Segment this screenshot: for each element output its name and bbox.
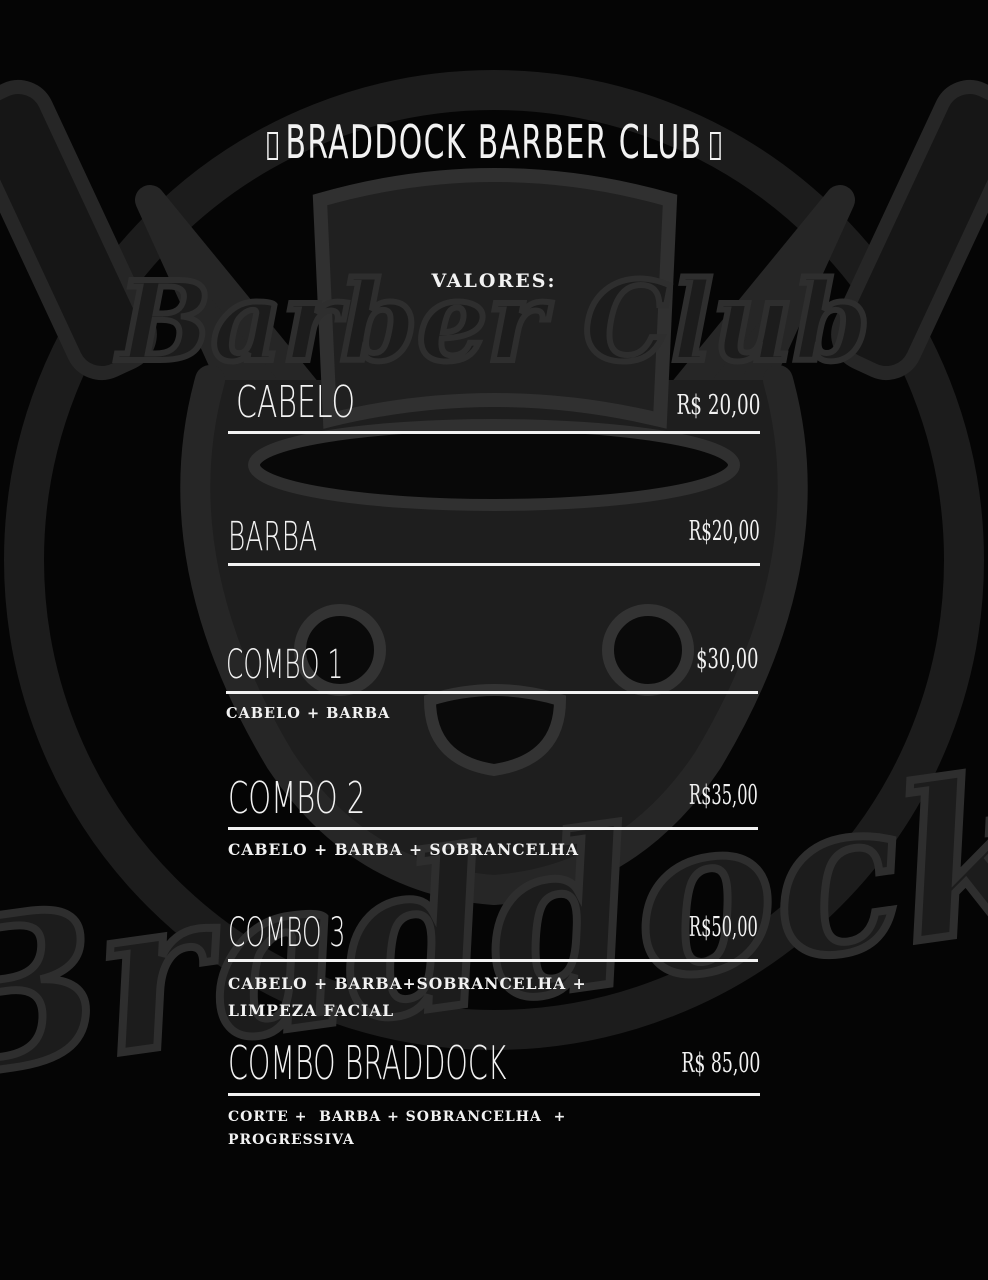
menu-item-description: CABELO + BARBA + SOBRANCELHA xyxy=(228,836,579,863)
description-line: CABELO + BARBA + SOBRANCELHA xyxy=(228,840,579,859)
menu-item-name: COMBO 3 xyxy=(228,910,346,956)
menu-item-name: COMBO 2 xyxy=(228,773,366,824)
description-line: LIMPEZA FACIAL xyxy=(228,1001,395,1020)
menu-item-barba: BARBA R$20,00 xyxy=(228,510,760,566)
menu-item-description: CABELO + BARBA+SOBRANCELHA + LIMPEZA FAC… xyxy=(228,970,587,1024)
description-line: CABELO + BARBA xyxy=(226,705,391,722)
divider-line xyxy=(228,959,758,962)
menu-item-price: R$20,00 xyxy=(688,516,760,547)
menu-item-price: R$50,00 xyxy=(689,912,758,943)
price-list-heading: VALORES: xyxy=(431,270,557,292)
menu-item-combo-2: COMBO 2 R$35,00 CABELO + BARBA + SOBRANC… xyxy=(228,772,758,859)
description-line: CORTE + BARBA + SOBRANCELHA + xyxy=(228,1109,567,1125)
divider-line xyxy=(228,431,760,434)
divider-line xyxy=(226,691,758,694)
menu-item-price: R$ 20,00 xyxy=(676,390,760,421)
page-title: BRADDOCK BARBER CLUB xyxy=(138,112,849,172)
page-title-text: BRADDOCK BARBER CLUB xyxy=(285,115,703,169)
divider-line xyxy=(228,1093,760,1096)
menu-item-name: CABELO xyxy=(236,377,356,428)
menu-item-price: R$35,00 xyxy=(689,780,758,811)
square-glyph-icon xyxy=(709,131,721,160)
price-menu: BRADDOCK BARBER CLUB VALORES: CABELO R$ … xyxy=(0,0,988,1280)
menu-item-price: R$ 85,00 xyxy=(681,1048,760,1079)
menu-item-description: CORTE + BARBA + SOBRANCELHA + PROGRESSIV… xyxy=(228,1106,566,1152)
menu-item-price: $30,00 xyxy=(695,644,758,675)
menu-item-combo-braddock: COMBO BRADDOCK R$ 85,00 CORTE + BARBA + … xyxy=(228,1032,760,1148)
divider-line xyxy=(228,563,760,566)
description-line: PROGRESSIVA xyxy=(228,1132,355,1148)
menu-item-cabelo: CABELO R$ 20,00 xyxy=(228,372,760,434)
menu-item-name: BARBA xyxy=(228,514,318,560)
menu-item-combo-1: COMBO 1 $30,00 CABELO + BARBA xyxy=(226,640,758,722)
menu-item-description: CABELO + BARBA xyxy=(226,700,390,727)
menu-item-name: COMBO 1 xyxy=(226,642,344,688)
divider-line xyxy=(228,827,758,830)
menu-item-name: COMBO BRADDOCK xyxy=(228,1036,507,1090)
square-glyph-icon xyxy=(267,131,279,160)
description-line: CABELO + BARBA+SOBRANCELHA + xyxy=(228,974,587,993)
menu-item-combo-3: COMBO 3 R$50,00 CABELO + BARBA+SOBRANCEL… xyxy=(228,906,758,1020)
